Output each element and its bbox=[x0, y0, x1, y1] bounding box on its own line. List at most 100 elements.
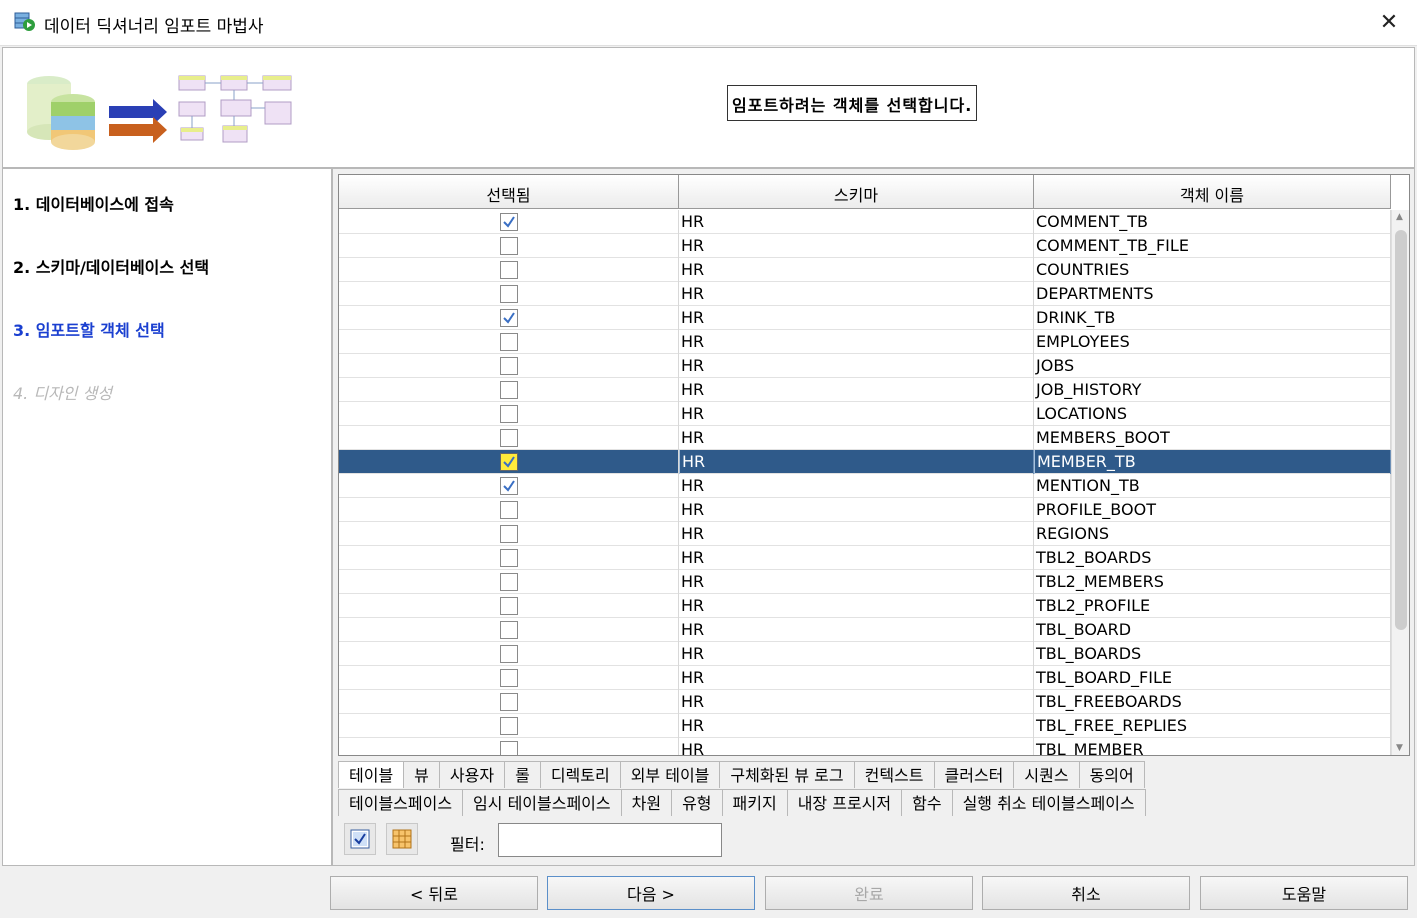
object-name-cell: LOCATIONS bbox=[1034, 402, 1391, 426]
object-type-tab-row2-0[interactable]: 테이블스페이스 bbox=[338, 789, 464, 816]
row-checkbox[interactable] bbox=[499, 717, 518, 735]
row-checkbox[interactable] bbox=[499, 405, 518, 423]
row-checkbox[interactable] bbox=[499, 693, 518, 711]
object-type-tab-2[interactable]: 사용자 bbox=[438, 761, 506, 788]
schema-cell: HR bbox=[679, 690, 1034, 714]
next-button[interactable]: 다음 > bbox=[547, 876, 755, 910]
column-header-selected[interactable]: 선택됨 bbox=[339, 175, 679, 209]
object-type-tab-0[interactable]: 테이블 bbox=[338, 761, 405, 788]
scroll-up-icon[interactable]: ▲ bbox=[1396, 212, 1403, 222]
filter-input[interactable] bbox=[498, 823, 722, 857]
vertical-scrollbar[interactable]: ▲ ▼ bbox=[1391, 210, 1409, 755]
table-row[interactable]: HR LOCATIONS bbox=[339, 402, 1391, 426]
row-checkbox[interactable] bbox=[499, 741, 518, 755]
object-type-tab-5[interactable]: 외부 테이블 bbox=[619, 761, 721, 788]
object-type-tab-7[interactable]: 컨텍스트 bbox=[853, 761, 935, 788]
wizard-steps-panel: 1. 데이터베이스에 접속 2. 스키마/데이터베이스 선택 3. 임포트할 객… bbox=[2, 168, 332, 866]
row-checkbox[interactable] bbox=[499, 501, 518, 519]
schema-cell: HR bbox=[679, 546, 1034, 570]
table-row[interactable]: HR TBL_FREE_REPLIES bbox=[339, 714, 1391, 738]
object-type-tab-9[interactable]: 시퀀스 bbox=[1013, 761, 1080, 788]
row-select-cell bbox=[339, 450, 679, 474]
row-checkbox[interactable] bbox=[499, 477, 518, 495]
row-checkbox[interactable] bbox=[499, 573, 518, 591]
object-type-tab-6[interactable]: 구체화된 뷰 로그 bbox=[719, 761, 855, 788]
row-checkbox[interactable] bbox=[499, 549, 518, 567]
table-row[interactable]: HR REGIONS bbox=[339, 522, 1391, 546]
step-select-objects[interactable]: 3. 임포트할 객체 선택 bbox=[13, 317, 165, 341]
wizard-header: 임포트하려는 객체를 선택합니다. bbox=[2, 47, 1415, 168]
row-checkbox[interactable] bbox=[499, 357, 518, 375]
row-checkbox[interactable] bbox=[499, 453, 518, 471]
table-row[interactable]: HR TBL2_BOARDS bbox=[339, 546, 1391, 570]
row-checkbox[interactable] bbox=[499, 309, 518, 327]
row-select-cell bbox=[339, 666, 679, 690]
scrollbar-thumb[interactable] bbox=[1395, 230, 1407, 630]
table-row[interactable]: HR TBL_BOARDS bbox=[339, 642, 1391, 666]
column-header-schema[interactable]: 스키마 bbox=[679, 175, 1034, 209]
table-row[interactable]: HR TBL2_PROFILE bbox=[339, 594, 1391, 618]
row-checkbox[interactable] bbox=[499, 237, 518, 255]
step-connect[interactable]: 1. 데이터베이스에 접속 bbox=[13, 191, 174, 215]
table-row[interactable]: HR DRINK_TB bbox=[339, 306, 1391, 330]
back-button[interactable]: < 뒤로 bbox=[330, 876, 538, 910]
checkmark-icon bbox=[502, 480, 515, 492]
object-name-cell: TBL_BOARDS bbox=[1034, 642, 1391, 666]
row-checkbox[interactable] bbox=[499, 669, 518, 687]
table-row[interactable]: HR TBL_BOARD bbox=[339, 618, 1391, 642]
table-row[interactable]: HR COMMENT_TB_FILE bbox=[339, 234, 1391, 258]
table-row[interactable]: HR JOB_HISTORY bbox=[339, 378, 1391, 402]
table-row[interactable]: HR COUNTRIES bbox=[339, 258, 1391, 282]
cancel-button[interactable]: 취소 bbox=[982, 876, 1190, 910]
schema-cell: HR bbox=[679, 426, 1034, 450]
row-checkbox[interactable] bbox=[499, 285, 518, 303]
row-checkbox[interactable] bbox=[499, 381, 518, 399]
schema-cell: HR bbox=[679, 378, 1034, 402]
help-button[interactable]: 도움말 bbox=[1200, 876, 1408, 910]
table-row[interactable]: HR TBL_BOARD_FILE bbox=[339, 666, 1391, 690]
object-type-tab-row2-2[interactable]: 차원 bbox=[620, 789, 673, 816]
table-row[interactable]: HR TBL_MEMBER bbox=[339, 738, 1391, 755]
row-select-cell bbox=[339, 258, 679, 282]
table-row[interactable]: HR TBL2_MEMBERS bbox=[339, 570, 1391, 594]
close-icon[interactable]: ✕ bbox=[1375, 8, 1403, 36]
objects-table[interactable]: 선택됨 스키마 객체 이름 HR COMMENT_TB HR COMMENT_TB_F… bbox=[338, 174, 1410, 756]
object-type-tab-row2-7[interactable]: 실행 취소 테이블스페이스 bbox=[951, 789, 1146, 816]
row-select-cell bbox=[339, 498, 679, 522]
row-checkbox[interactable] bbox=[499, 333, 518, 351]
row-checkbox[interactable] bbox=[499, 645, 518, 663]
object-type-tab-row2-5[interactable]: 내장 프로시저 bbox=[786, 789, 903, 816]
object-type-tab-row2-1[interactable]: 임시 테이블스페이스 bbox=[462, 789, 622, 816]
table-row[interactable]: HR MEMBERS_BOOT bbox=[339, 426, 1391, 450]
row-checkbox[interactable] bbox=[499, 213, 518, 231]
row-checkbox[interactable] bbox=[499, 261, 518, 279]
object-type-tab-1[interactable]: 뷰 bbox=[403, 761, 440, 788]
step-select-schema[interactable]: 2. 스키마/데이터베이스 선택 bbox=[13, 254, 209, 278]
row-checkbox[interactable] bbox=[499, 621, 518, 639]
table-row[interactable]: HR PROFILE_BOOT bbox=[339, 498, 1391, 522]
object-type-tab-4[interactable]: 디렉토리 bbox=[539, 761, 621, 788]
object-type-tab-row2-6[interactable]: 함수 bbox=[901, 789, 953, 816]
table-row[interactable]: HR DEPARTMENTS bbox=[339, 282, 1391, 306]
row-checkbox[interactable] bbox=[499, 525, 518, 543]
object-type-tab-3[interactable]: 롤 bbox=[504, 761, 541, 788]
table-row[interactable]: HR TBL_FREEBOARDS bbox=[339, 690, 1391, 714]
table-row[interactable]: HR COMMENT_TB bbox=[339, 210, 1391, 234]
object-type-tab-row2-3[interactable]: 유형 bbox=[671, 789, 723, 816]
table-row[interactable]: HR JOBS bbox=[339, 354, 1391, 378]
schema-cell: HR bbox=[679, 642, 1034, 666]
table-row[interactable]: HR MEMBER_TB bbox=[339, 450, 1391, 474]
scroll-down-icon[interactable]: ▼ bbox=[1396, 743, 1403, 753]
object-type-tab-row2-4[interactable]: 패키지 bbox=[721, 789, 788, 816]
object-type-tab-8[interactable]: 클러스터 bbox=[933, 761, 1015, 788]
column-header-object-name[interactable]: 객체 이름 bbox=[1034, 175, 1391, 209]
table-row[interactable]: HR EMPLOYEES bbox=[339, 330, 1391, 354]
object-name-cell: PROFILE_BOOT bbox=[1034, 498, 1391, 522]
row-checkbox[interactable] bbox=[499, 429, 518, 447]
check-all-icon[interactable] bbox=[344, 823, 376, 855]
row-checkbox[interactable] bbox=[499, 597, 518, 615]
table-row[interactable]: HR MENTION_TB bbox=[339, 474, 1391, 498]
grid-icon[interactable] bbox=[386, 823, 418, 855]
schema-cell: HR bbox=[679, 618, 1034, 642]
object-type-tab-10[interactable]: 동의어 bbox=[1078, 761, 1145, 788]
